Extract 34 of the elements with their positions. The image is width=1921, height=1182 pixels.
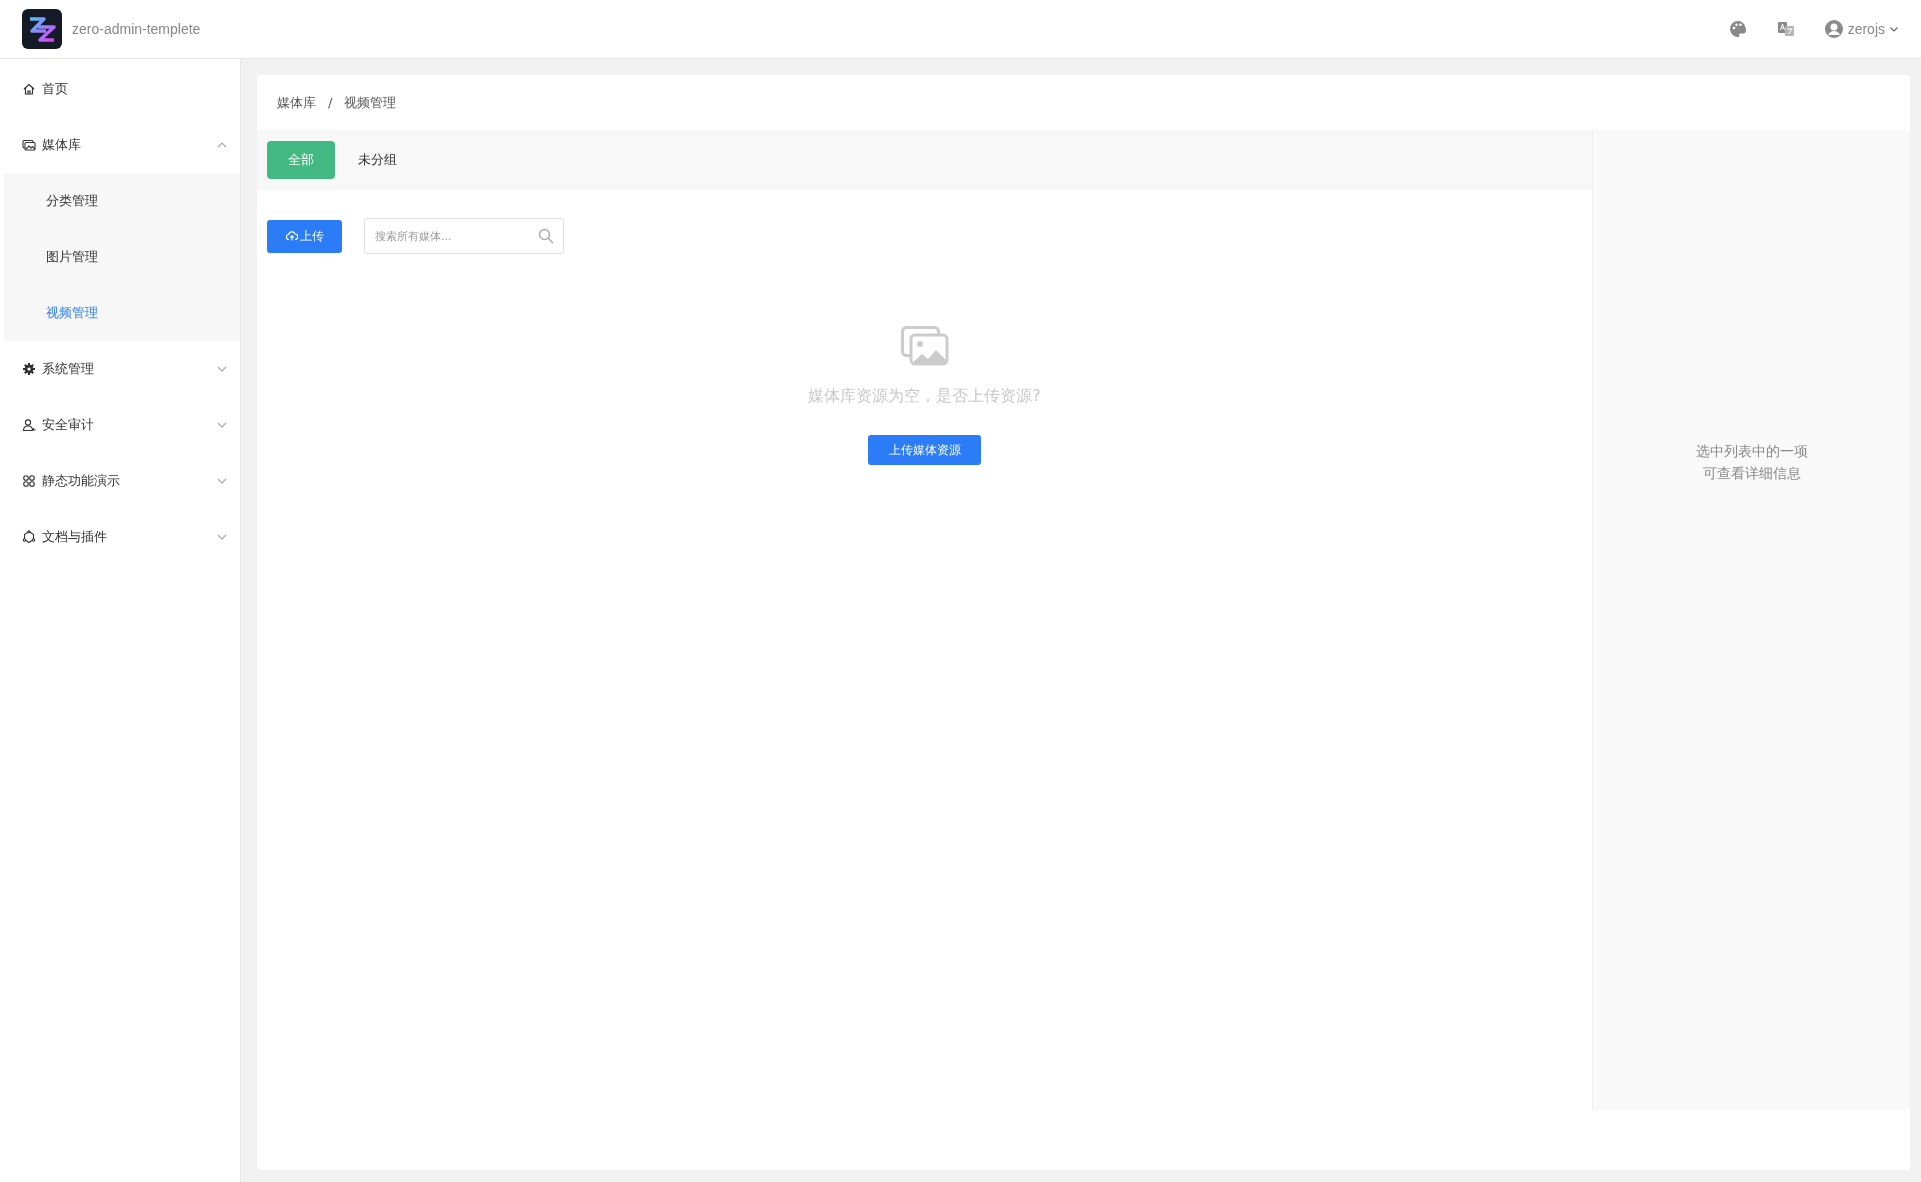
home-icon xyxy=(22,82,36,96)
user-menu[interactable]: zerojs xyxy=(1823,19,1899,39)
sidebar-subitem[interactable]: 视频管理 xyxy=(4,285,240,341)
detail-hint: 可查看详细信息 xyxy=(1702,464,1801,483)
upload-button[interactable]: 上传 xyxy=(267,219,342,253)
group-tab[interactable]: 未分组 xyxy=(343,141,411,179)
sidebar-item[interactable]: 静态功能演示 xyxy=(0,453,240,509)
palette-icon[interactable] xyxy=(1727,19,1748,39)
translate-icon[interactable] xyxy=(1775,19,1796,39)
breadcrumb-separator: / xyxy=(328,95,333,110)
plugin-icon xyxy=(22,530,36,544)
image-icon xyxy=(22,138,36,152)
sidebar-item[interactable]: 媒体库 xyxy=(0,117,240,173)
sidebar-item[interactable]: 首页 xyxy=(0,61,240,117)
search-field[interactable]: 搜索所有媒体... xyxy=(364,218,564,254)
sidebar-item[interactable]: 安全审计 xyxy=(0,397,240,453)
chevron-down-icon xyxy=(1889,24,1899,34)
logo-icon xyxy=(22,9,62,49)
sidebar-item[interactable]: 文档与插件 xyxy=(0,509,240,565)
settings-icon xyxy=(22,362,36,376)
upload-media-button[interactable]: 上传媒体资源 xyxy=(868,435,981,465)
breadcrumb-item[interactable]: 视频管理 xyxy=(344,93,397,112)
sidebar-item[interactable]: 系统管理 xyxy=(0,341,240,397)
user-icon xyxy=(22,418,36,432)
sidebar-subitem[interactable]: 分类管理 xyxy=(4,173,240,229)
image-icon xyxy=(900,326,949,366)
avatar-icon xyxy=(1823,19,1844,39)
detail-hint: 选中列表中的一项 xyxy=(1695,442,1808,461)
grid-icon xyxy=(22,474,36,488)
breadcrumb-item[interactable]: 媒体库 xyxy=(277,93,316,112)
sidebar-subitem[interactable]: 图片管理 xyxy=(4,229,240,285)
search-icon xyxy=(538,228,554,244)
app-name: zero-admin-templete xyxy=(72,21,201,37)
cloud-upload-icon xyxy=(285,230,298,242)
